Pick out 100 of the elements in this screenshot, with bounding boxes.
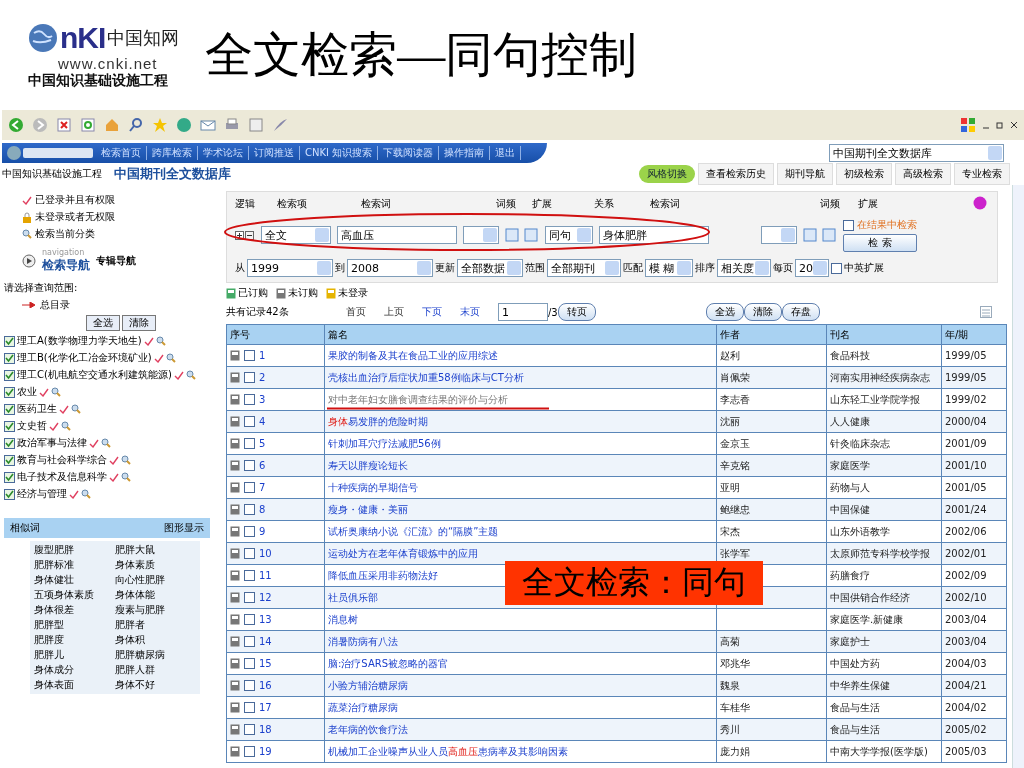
result-action-button[interactable]: 存盘: [781, 303, 820, 321]
similar-word[interactable]: 身体积: [115, 633, 196, 647]
album-navigation-link[interactable]: 专辑导航: [96, 254, 136, 268]
similar-word[interactable]: 肥胖度: [34, 633, 115, 647]
article-title-link[interactable]: 脑:治疗SARS被忽略的器官: [328, 657, 449, 669]
row-number: 4: [259, 416, 266, 427]
similar-word[interactable]: 肥胖大鼠: [115, 543, 196, 557]
category-label: 农业: [17, 385, 37, 399]
pager-link[interactable]: 下页: [422, 305, 460, 319]
article-title-link[interactable]: 运动处方在老年体育锻炼中的应用: [328, 547, 478, 559]
article-title-link[interactable]: 针刺加耳穴疗法减肥56例: [328, 437, 441, 449]
column-header: 作者: [716, 324, 827, 345]
search-tab[interactable]: 专业检索: [954, 163, 1010, 185]
article-title-link[interactable]: 降低血压采用非药物法好: [328, 569, 438, 581]
similar-word[interactable]: 身体素质: [115, 558, 196, 572]
article-title-link[interactable]: 蔬菜治疗糖尿病: [328, 701, 398, 713]
year-select[interactable]: 2008: [347, 259, 433, 277]
update-select[interactable]: 全部数据: [457, 259, 523, 277]
field-label: 检索项: [277, 197, 308, 211]
search-tab[interactable]: 期刊导航: [777, 163, 833, 185]
catalog-label[interactable]: 总目录: [40, 298, 70, 312]
row-number: 8: [259, 504, 266, 515]
author-cell: 李志香: [720, 393, 750, 405]
search-tab[interactable]: 高级检索: [895, 163, 951, 185]
nav-link[interactable]: 操作指南: [439, 146, 491, 160]
similar-word[interactable]: 肥胖型: [34, 618, 115, 632]
similar-word[interactable]: 肥胖糖尿病: [115, 648, 196, 662]
navigation-link[interactable]: 检索导航: [42, 257, 90, 274]
result-action-button[interactable]: 全选: [705, 303, 744, 321]
style-switch-button[interactable]: 风格切换: [639, 165, 695, 183]
go-page-button[interactable]: 转页: [557, 303, 596, 321]
article-title-link[interactable]: 小验方辅治糖尿病: [328, 679, 408, 691]
pager-link[interactable]: 末页: [460, 305, 498, 319]
scope-button[interactable]: 清除: [122, 315, 156, 331]
field-label: 检索词: [650, 197, 681, 211]
similar-word[interactable]: 五项身体素质: [34, 588, 115, 602]
per-page-select[interactable]: 20: [795, 259, 829, 277]
nav-link[interactable]: 学术论坛: [198, 146, 249, 160]
search-button[interactable]: 检 索: [843, 234, 917, 252]
article-title-link[interactable]: 十种疾病的早期信号: [328, 481, 418, 493]
match-select[interactable]: 模 糊: [645, 259, 693, 277]
nav-link[interactable]: CNKI 知识搜索: [300, 146, 379, 160]
row-number: 6: [259, 460, 266, 471]
nav-link[interactable]: 检索首页: [96, 146, 147, 160]
journal-cell: 中国处方药: [830, 657, 880, 669]
journal-cell: 山东轻工业学院学报: [830, 393, 920, 405]
field-label: 到: [335, 261, 345, 275]
row-number: 16: [259, 680, 272, 691]
relation-select[interactable]: 同句: [545, 226, 593, 244]
nav-link[interactable]: 退出: [490, 146, 522, 160]
similar-word[interactable]: 肥胖者: [115, 618, 196, 632]
field-select[interactable]: 全文: [261, 226, 331, 244]
database-select[interactable]: 中国期刊全文数据库: [829, 144, 1004, 162]
article-title-link[interactable]: 社员俱乐部: [328, 591, 378, 603]
similar-word[interactable]: 肥胖儿: [34, 648, 115, 662]
similar-word[interactable]: 肥胖标准: [34, 558, 115, 572]
similar-word[interactable]: 身体表面: [34, 678, 115, 692]
article-title-link[interactable]: 寿夭以胖瘦论短长: [328, 459, 408, 471]
sort-select[interactable]: 相关度: [717, 259, 771, 277]
row-number: 3: [259, 394, 266, 405]
range-select[interactable]: 全部期刊: [547, 259, 621, 277]
year-select[interactable]: 1999: [247, 259, 333, 277]
row-number: 11: [259, 570, 272, 581]
article-title-link[interactable]: 老年病的饮食疗法: [328, 723, 408, 735]
category-label: 理工A(数学物理力学天地生): [17, 334, 142, 348]
record-count: 共有记录42条: [226, 305, 290, 319]
search-tab[interactable]: 初级检索: [836, 163, 892, 185]
legend-label: 未登录: [338, 286, 368, 300]
journal-cell: 食品与生活: [830, 723, 880, 735]
similar-word[interactable]: 身体不好: [115, 678, 196, 692]
similar-word[interactable]: 腹型肥胖: [34, 543, 115, 557]
journal-cell: 家庭护士: [830, 635, 870, 647]
similar-word[interactable]: 身体很差: [34, 603, 115, 617]
nav-link[interactable]: 订阅推送: [249, 146, 300, 160]
scope-button[interactable]: 全选: [86, 315, 120, 331]
similar-word[interactable]: 身体成分: [34, 663, 115, 677]
graph-view-link[interactable]: 图形显示: [164, 521, 204, 535]
similar-word[interactable]: 肥胖人群: [115, 663, 196, 677]
legend-label: 检索当前分类: [35, 227, 95, 241]
row-number: 10: [259, 548, 272, 559]
slide-title: 全文检索—同句控制: [205, 27, 638, 83]
nav-link[interactable]: 跨库检索: [147, 146, 198, 160]
journal-cell: 太原师范专科学校学报: [830, 547, 930, 559]
search-term-input[interactable]: 高血压: [337, 226, 457, 244]
similar-word[interactable]: 瘦素与肥胖: [115, 603, 196, 617]
article-title-link[interactable]: 身体易发胖的危险时期: [328, 415, 428, 427]
similar-word[interactable]: 身体体能: [115, 588, 196, 602]
author-cell: 沈丽: [720, 415, 740, 427]
article-title-link[interactable]: 消息树: [328, 613, 358, 625]
article-title-link[interactable]: 消暑防病有八法: [328, 635, 398, 647]
similar-word[interactable]: 身体健壮: [34, 573, 115, 587]
callout-label: 全文检索：同句: [505, 561, 763, 605]
similar-word[interactable]: 向心性肥胖: [115, 573, 196, 587]
field-label: 从: [235, 261, 245, 275]
result-action-button[interactable]: 清除: [743, 303, 782, 321]
search-tab[interactable]: 查看检索历史: [698, 163, 774, 185]
article-title-link[interactable]: 瘦身・健康・美丽: [328, 503, 408, 515]
search-term-input[interactable]: 身体肥胖: [599, 226, 709, 244]
nav-link[interactable]: 下载阅读器: [378, 146, 440, 160]
page-input[interactable]: 1: [498, 303, 548, 321]
